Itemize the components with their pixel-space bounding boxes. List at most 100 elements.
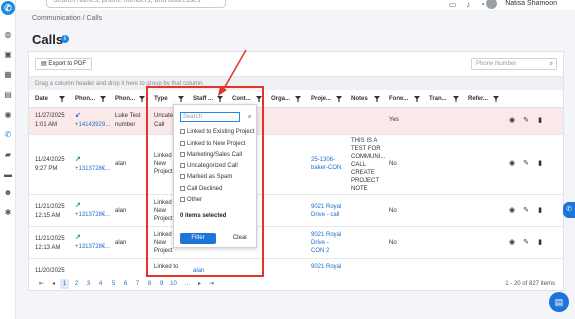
- clear-button[interactable]: Clear: [226, 233, 254, 244]
- filter-option[interactable]: Marked as Spam: [180, 173, 232, 181]
- filter-option[interactable]: Linked to Existing Project: [180, 128, 254, 136]
- global-search-input[interactable]: Search names, phone numbers, and address…: [46, 0, 226, 8]
- filter-icon[interactable]: [178, 96, 184, 102]
- column-header-referral[interactable]: Refer...: [468, 90, 488, 108]
- caller-phone-link[interactable]: +1313728€...: [75, 211, 110, 219]
- filter-icon[interactable]: [256, 96, 262, 102]
- column-header-organization[interactable]: Orga...: [271, 90, 290, 108]
- prev-page-button[interactable]: ◂: [49, 279, 58, 289]
- column-header-date[interactable]: Date: [35, 90, 48, 108]
- checkbox[interactable]: [180, 128, 185, 134]
- page-button[interactable]: 5: [109, 279, 118, 289]
- users-icon[interactable]: ☻: [3, 188, 13, 198]
- filter-search-input[interactable]: Search: [180, 112, 240, 122]
- filter-option[interactable]: Call Declined: [180, 185, 222, 193]
- column-header-forwarded[interactable]: Forw...: [389, 90, 408, 108]
- filter-icon[interactable]: [100, 96, 106, 102]
- project-link-line2[interactable]: Drive - call: [311, 211, 339, 219]
- project-link[interactable]: 25-1306-: [311, 156, 335, 164]
- last-page-button[interactable]: ⇥: [207, 279, 216, 289]
- filter-option[interactable]: Marketing/Sales Call: [180, 151, 242, 159]
- delete-icon[interactable]: ▮: [535, 159, 545, 169]
- more-pages-button[interactable]: ...: [183, 279, 192, 289]
- edit-icon[interactable]: ✎: [521, 159, 531, 169]
- table-row[interactable]: 11/24/2025 9:27 PM ↗ +1313728€... alan L…: [29, 135, 563, 195]
- chat-bubble-icon[interactable]: ▤: [549, 292, 569, 312]
- project-link[interactable]: 9021 Royal: [311, 263, 341, 271]
- phone-icon[interactable]: ✆: [3, 130, 13, 140]
- page-button[interactable]: 3: [84, 279, 93, 289]
- project-link-line3[interactable]: CON 2: [311, 247, 329, 255]
- user-name[interactable]: Natisa Shamoon: [505, 0, 557, 7]
- checkbox[interactable]: [180, 162, 185, 168]
- page-button[interactable]: 7: [133, 279, 142, 289]
- clock-icon[interactable]: ◔: [480, 0, 485, 9]
- caller-phone-link[interactable]: +1313728€...: [75, 243, 110, 251]
- checkbox[interactable]: [180, 151, 185, 157]
- filter-icon[interactable]: [336, 96, 342, 102]
- project-link[interactable]: 9021 Royal: [311, 203, 341, 211]
- folder-icon[interactable]: ▰: [3, 150, 13, 160]
- filter-icon[interactable]: [295, 96, 301, 102]
- search-icon[interactable]: ⌕: [550, 59, 553, 70]
- checkbox[interactable]: [180, 185, 185, 191]
- page-button[interactable]: 8: [145, 279, 154, 289]
- column-header-project[interactable]: Proje...: [311, 90, 331, 108]
- dashboard-icon[interactable]: ◍: [3, 30, 13, 40]
- checkbox[interactable]: [180, 140, 185, 146]
- phone-side-tab-icon[interactable]: ✆: [563, 202, 575, 218]
- view-icon[interactable]: ◉: [507, 238, 517, 248]
- first-page-button[interactable]: ⇤: [37, 279, 46, 289]
- column-header-phone-to[interactable]: Phon...: [115, 90, 135, 108]
- checkbox[interactable]: [180, 196, 185, 202]
- edit-icon[interactable]: ✎: [521, 238, 531, 248]
- filter-option[interactable]: Uncategorized Call: [180, 162, 238, 170]
- caller-phone-link[interactable]: +1313728€...: [75, 165, 110, 173]
- filter-icon[interactable]: [217, 96, 223, 102]
- page-button[interactable]: 1: [60, 279, 69, 289]
- table-row[interactable]: 11/20/2025 Linked to alan 9021 Royal: [29, 259, 563, 276]
- phone-number-search-input[interactable]: Phone Number ⌕: [471, 58, 557, 70]
- view-icon[interactable]: ◉: [507, 116, 517, 126]
- page-button[interactable]: 2: [72, 279, 81, 289]
- page-button[interactable]: 6: [121, 279, 130, 289]
- filter-button[interactable]: Filter: [180, 233, 216, 244]
- next-page-button[interactable]: ▸: [195, 279, 204, 289]
- avatar[interactable]: [486, 0, 497, 9]
- bell-icon[interactable]: ♪: [466, 0, 470, 9]
- contact-link[interactable]: alan: [193, 267, 204, 275]
- chat-icon[interactable]: ◉: [3, 110, 13, 120]
- search-icon[interactable]: ⌕: [248, 114, 251, 121]
- table-row[interactable]: 11/21/2025 12:15 AM ↗ +1313728€... alan …: [29, 195, 563, 227]
- calendar-icon[interactable]: ▦: [3, 70, 13, 80]
- page-button[interactable]: 9: [157, 279, 166, 289]
- map-icon[interactable]: ▤: [3, 90, 13, 100]
- table-row[interactable]: 11/27/2025 1:01 AM ↙ +14143929... Luke T…: [29, 108, 563, 135]
- info-icon[interactable]: i: [61, 35, 69, 43]
- app-logo-icon[interactable]: ✆: [1, 1, 15, 15]
- filter-icon[interactable]: [414, 96, 420, 102]
- filter-option[interactable]: Linked to New Project: [180, 140, 245, 148]
- project-link[interactable]: 9021 Royal: [311, 231, 341, 239]
- column-header-notes[interactable]: Notes: [351, 90, 368, 108]
- column-header-transferred[interactable]: Tran...: [429, 90, 447, 108]
- view-icon[interactable]: ◉: [507, 159, 517, 169]
- edit-icon[interactable]: ✎: [521, 116, 531, 126]
- column-header-type[interactable]: Type: [154, 90, 168, 108]
- column-header-phone-from[interactable]: Phon...: [75, 90, 95, 108]
- filter-icon[interactable]: [374, 96, 380, 102]
- truck-icon[interactable]: ▬: [3, 170, 13, 180]
- group-panel[interactable]: Drag a column header and drop it here to…: [29, 76, 563, 90]
- delete-icon[interactable]: ▮: [535, 116, 545, 126]
- project-link-line2[interactable]: Drive -: [311, 239, 329, 247]
- briefcase-icon[interactable]: ▣: [3, 50, 13, 60]
- filter-icon[interactable]: [493, 96, 499, 102]
- delete-icon[interactable]: ▮: [535, 238, 545, 248]
- message-icon[interactable]: ▭: [449, 0, 457, 9]
- edit-icon[interactable]: ✎: [521, 206, 531, 216]
- view-icon[interactable]: ◉: [507, 206, 517, 216]
- filter-icon[interactable]: [139, 96, 145, 102]
- filter-icon[interactable]: [59, 96, 65, 102]
- page-button[interactable]: 10: [169, 279, 178, 289]
- page-button[interactable]: 4: [96, 279, 105, 289]
